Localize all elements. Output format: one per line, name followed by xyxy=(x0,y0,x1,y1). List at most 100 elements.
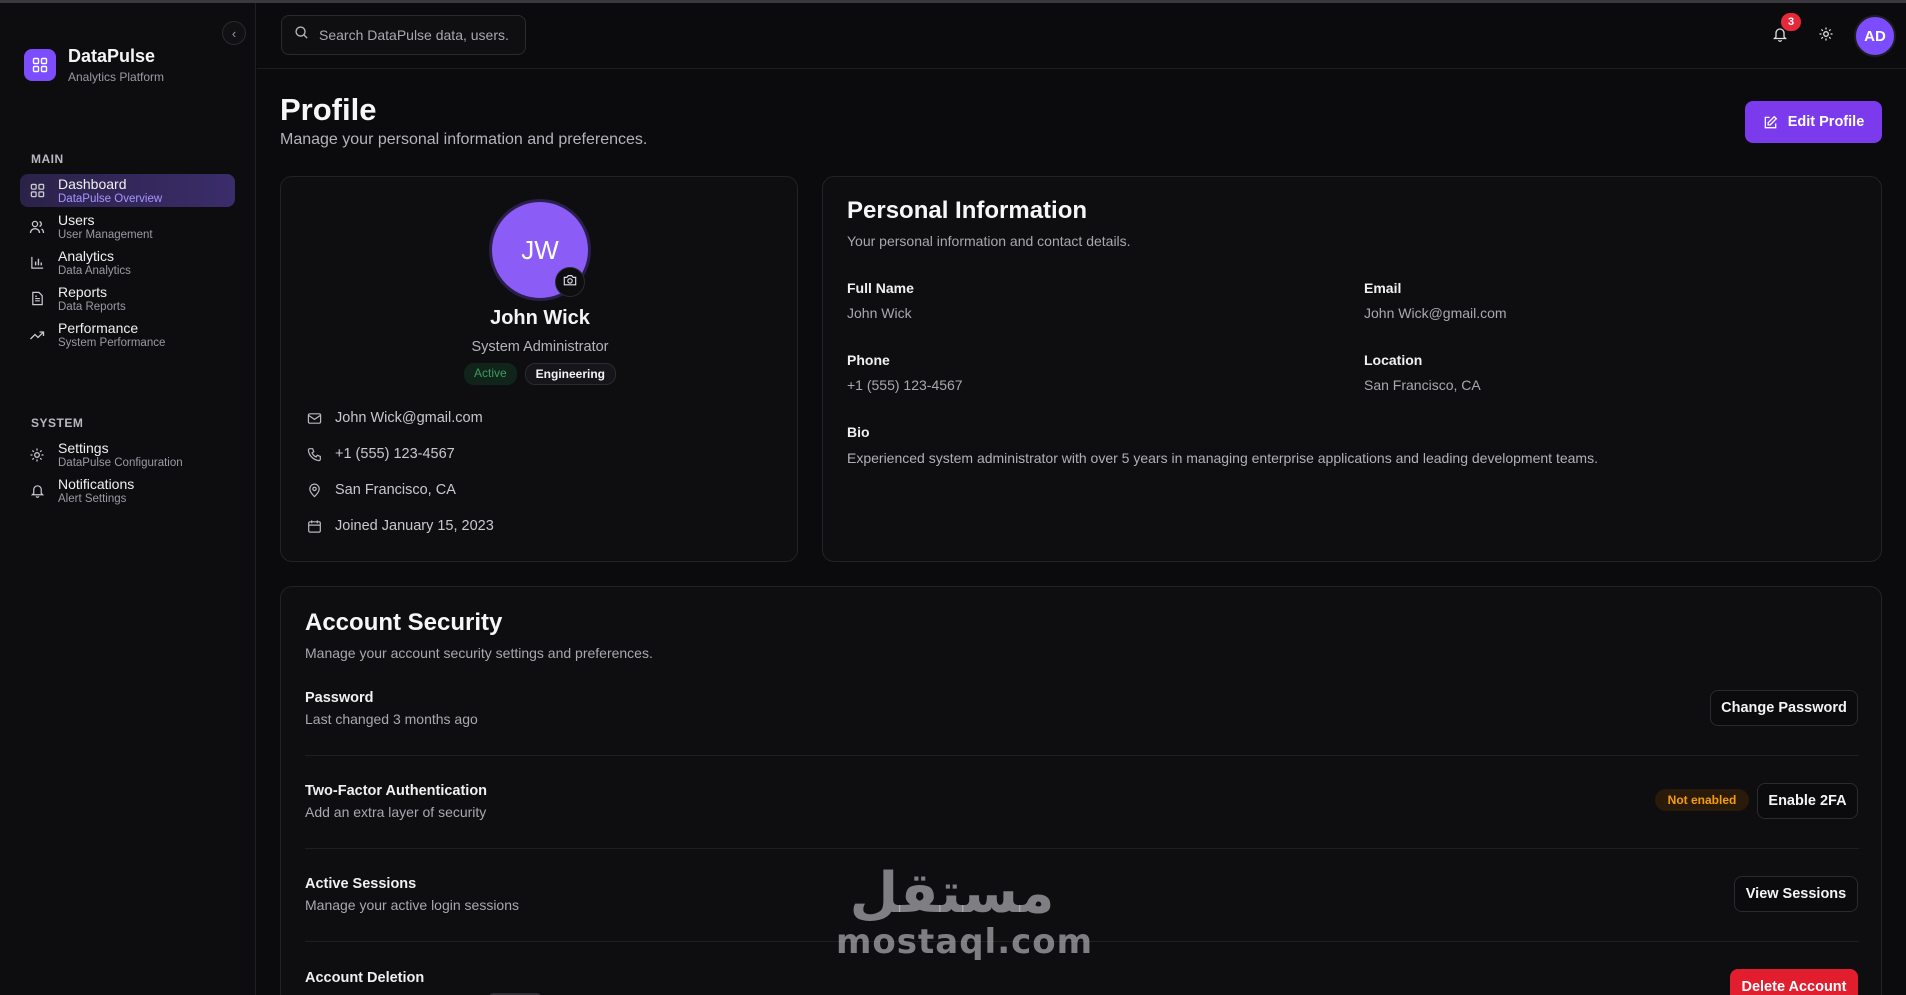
location-label: Location xyxy=(1364,352,1423,368)
user-avatar[interactable]: AD xyxy=(1854,15,1896,57)
calendar-icon xyxy=(305,517,323,535)
active-sessions-title: Active Sessions xyxy=(305,876,417,892)
view-sessions-button[interactable]: View Sessions xyxy=(1734,876,1858,912)
security-subtitle: Manage your account security settings an… xyxy=(305,645,653,661)
gear-icon xyxy=(1818,26,1834,47)
bell-icon xyxy=(28,482,46,500)
bio-label: Bio xyxy=(847,424,870,440)
status-badge: Active xyxy=(463,363,517,385)
watermark-arabic: مستقل xyxy=(849,861,1055,926)
brand-logo-icon xyxy=(24,49,56,81)
sidebar-item-label: Performance xyxy=(58,319,139,336)
file-text-icon xyxy=(28,290,46,308)
search-input[interactable] xyxy=(319,27,509,43)
bio-value: Experienced system administrator with ov… xyxy=(847,450,1598,466)
sidebar-item-sublabel: Data Analytics xyxy=(58,264,131,277)
watermark-latin: mostaql.com xyxy=(836,922,1094,962)
mail-icon xyxy=(305,409,323,427)
sidebar-item-sublabel: DataPulse Overview xyxy=(58,192,163,205)
profile-joined-row: Joined January 15, 2023 xyxy=(305,517,494,535)
profile-email: John Wick@gmail.com xyxy=(335,410,483,426)
search-icon xyxy=(294,25,309,45)
edit-profile-button[interactable]: Edit Profile xyxy=(1745,101,1882,143)
brand-name: DataPulse xyxy=(68,46,156,66)
enable-2fa-button[interactable]: Enable 2FA xyxy=(1757,783,1858,819)
phone-icon xyxy=(305,445,323,463)
sidebar-item-label: Analytics xyxy=(58,247,115,264)
watermark: مستقل mostaql.com xyxy=(836,861,1094,962)
gear-icon xyxy=(28,446,46,464)
two-factor-title: Two-Factor Authentication xyxy=(305,783,488,799)
department-badge: Engineering xyxy=(524,363,617,385)
security-title: Account Security xyxy=(305,609,503,636)
divider xyxy=(305,848,1859,849)
phone-value: +1 (555) 123-4567 xyxy=(847,377,963,393)
page-title: Profile xyxy=(280,92,377,127)
profile-location: San Francisco, CA xyxy=(335,482,456,498)
nav-section-main: MAIN xyxy=(31,152,64,166)
brand-subtitle: Analytics Platform xyxy=(68,70,165,84)
bar-chart-icon xyxy=(28,254,46,272)
personal-info-subtitle: Your personal information and contact de… xyxy=(847,233,1131,249)
change-photo-button[interactable] xyxy=(555,267,585,297)
sidebar-item-label: Reports xyxy=(58,283,108,300)
email-label: Email xyxy=(1364,280,1402,296)
edit-profile-label: Edit Profile xyxy=(1787,114,1865,130)
two-factor-subtitle: Add an extra layer of security xyxy=(305,804,487,820)
profile-phone: +1 (555) 123-4567 xyxy=(335,446,455,462)
sidebar-item-label: Notifications xyxy=(58,475,135,492)
account-deletion-title: Account Deletion xyxy=(305,970,425,986)
sidebar-item-sublabel: DataPulse Configuration xyxy=(58,456,183,469)
email-value: John Wick@gmail.com xyxy=(1364,305,1507,321)
phone-label: Phone xyxy=(847,352,890,368)
collapse-sidebar-button[interactable]: ‹ xyxy=(222,21,246,45)
profile-card: JW John Wick System Administrator Active… xyxy=(280,176,798,562)
two-factor-status-badge: Not enabled xyxy=(1655,789,1749,811)
users-icon xyxy=(28,218,46,236)
sidebar-item-label: Settings xyxy=(58,439,109,456)
sidebar-item-analytics[interactable]: Analytics Data Analytics xyxy=(20,246,235,279)
location-value: San Francisco, CA xyxy=(1364,377,1481,393)
profile-location-row: San Francisco, CA xyxy=(305,481,456,499)
sidebar-item-notifications[interactable]: Notifications Alert Settings xyxy=(20,474,235,507)
notification-count-badge: 3 xyxy=(1781,13,1801,31)
edit-icon xyxy=(1764,115,1777,128)
page-subtitle: Manage your personal information and pre… xyxy=(280,131,648,148)
top-bar: 3 AD xyxy=(257,3,1906,69)
trending-up-icon xyxy=(28,326,46,344)
brand[interactable]: DataPulse Analytics Platform xyxy=(24,46,164,84)
settings-button[interactable] xyxy=(1815,25,1837,47)
profile-email-row: John Wick@gmail.com xyxy=(305,409,483,427)
camera-icon xyxy=(563,273,577,292)
sidebar-item-reports[interactable]: Reports Data Reports xyxy=(20,282,235,315)
search-box[interactable] xyxy=(281,15,526,55)
grid-icon xyxy=(28,182,46,200)
sidebar-item-sublabel: Data Reports xyxy=(58,300,126,313)
sidebar-item-sublabel: System Performance xyxy=(58,336,166,349)
sidebar-item-dashboard[interactable]: Dashboard DataPulse Overview xyxy=(20,174,235,207)
full-name-label: Full Name xyxy=(847,280,914,296)
sidebar-item-settings[interactable]: Settings DataPulse Configuration xyxy=(20,438,235,471)
nav-section-system: SYSTEM xyxy=(31,416,84,430)
sidebar-item-users[interactable]: Users User Management xyxy=(20,210,235,243)
full-name-value: John Wick xyxy=(847,305,912,321)
personal-info-title: Personal Information xyxy=(847,197,1088,224)
change-password-button[interactable]: Change Password xyxy=(1710,690,1858,726)
sidebar-item-sublabel: Alert Settings xyxy=(58,492,127,505)
profile-joined: Joined January 15, 2023 xyxy=(335,518,494,534)
map-pin-icon xyxy=(305,481,323,499)
password-subtitle: Last changed 3 months ago xyxy=(305,711,478,727)
personal-info-card: Personal Information Your personal infor… xyxy=(822,176,1882,562)
sidebar-item-label: Dashboard xyxy=(58,175,127,192)
delete-account-button[interactable]: Delete Account xyxy=(1730,969,1858,995)
profile-name: John Wick xyxy=(490,307,590,329)
profile-phone-row: +1 (555) 123-4567 xyxy=(305,445,455,463)
sidebar-item-sublabel: User Management xyxy=(58,228,153,241)
password-title: Password xyxy=(305,690,374,706)
active-sessions-subtitle: Manage your active login sessions xyxy=(305,897,520,913)
divider xyxy=(305,755,1859,756)
sidebar-item-performance[interactable]: Performance System Performance xyxy=(20,318,235,351)
sidebar: ‹ DataPulse Analytics Platform MAIN Dash… xyxy=(0,3,256,995)
sidebar-item-label: Users xyxy=(58,211,95,228)
profile-role: System Administrator xyxy=(471,339,609,355)
